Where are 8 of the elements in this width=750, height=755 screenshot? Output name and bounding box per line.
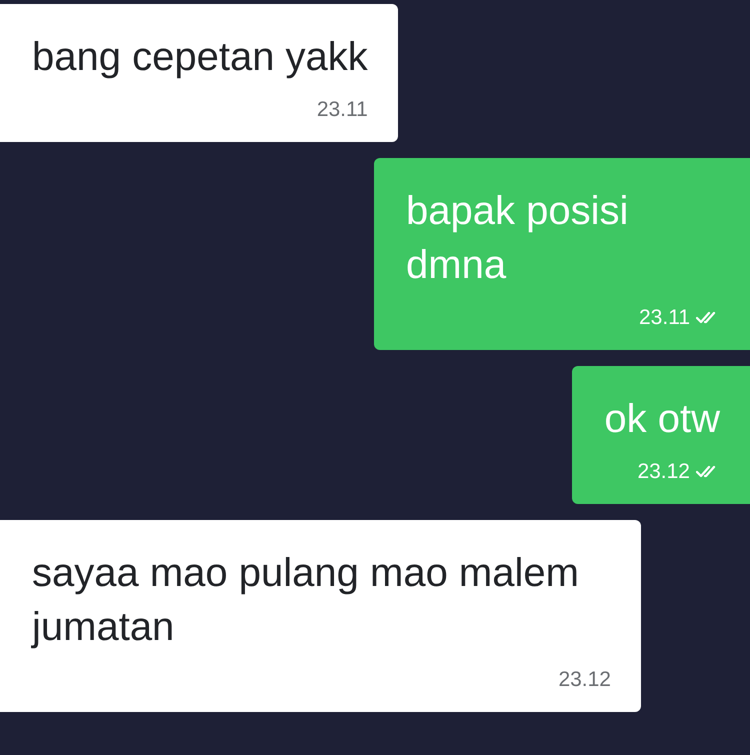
message-time: 23.12: [558, 668, 611, 692]
message-text: sayaa mao pulang mao malem jumatan: [32, 550, 580, 651]
message-text: bapak posisi dmna: [406, 188, 630, 289]
message-time: 23.11: [316, 98, 368, 122]
message-time: 23.11: [639, 306, 690, 330]
message-text: ok otw: [604, 396, 720, 443]
message-time: 23.12: [637, 460, 690, 484]
message-text: bang cepetan yakk: [32, 34, 368, 81]
